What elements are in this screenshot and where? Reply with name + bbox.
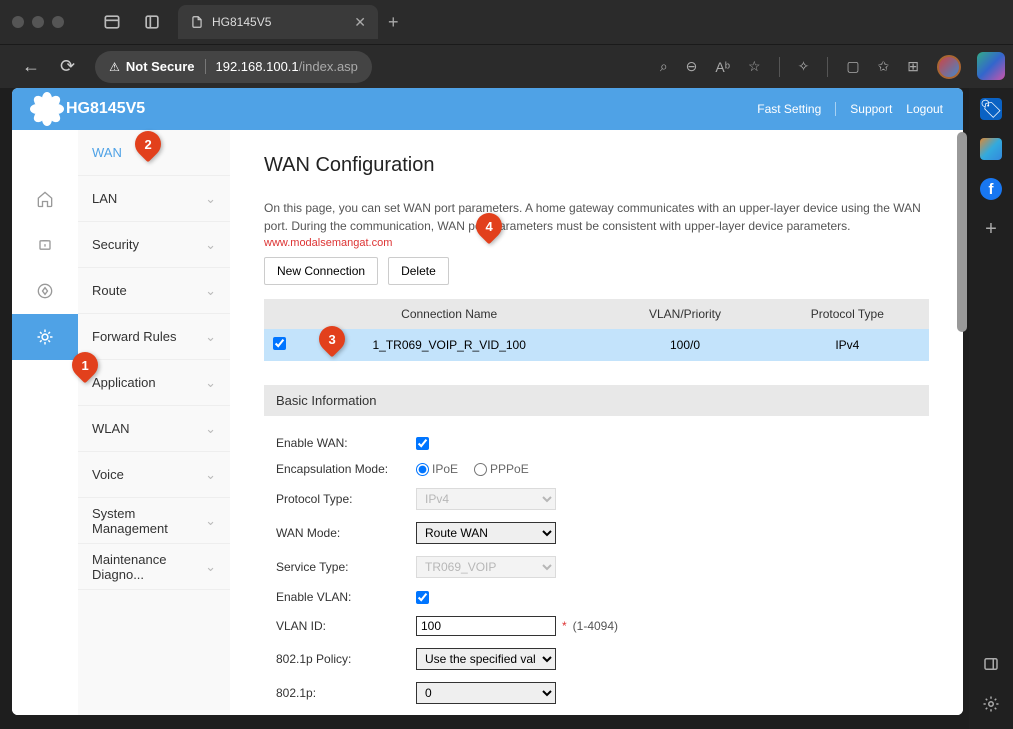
read-aloud-icon[interactable]: Aᵇ [715, 59, 730, 75]
col-vlan-priority: VLAN/Priority [604, 299, 765, 329]
encap-pppoe-radio[interactable] [474, 463, 487, 476]
address-bar[interactable]: ⚠ Not Secure 192.168.100.1/index.asp [95, 51, 372, 83]
col-connection-name: Connection Name [294, 299, 604, 329]
nav-maintenance[interactable]: Maintenance Diagno...⌄ [78, 544, 230, 590]
tab-title: HG8145V5 [212, 15, 271, 29]
scrollbar[interactable] [957, 132, 967, 332]
cell-vlan: 100/0 [604, 329, 765, 361]
encap-ipoe-radio[interactable] [416, 463, 429, 476]
page-description: On this page, you can set WAN port param… [264, 199, 929, 235]
panel-icon[interactable] [142, 12, 162, 32]
key-icon[interactable]: ⌕ [660, 58, 668, 75]
table-row[interactable]: 1_TR069_VOIP_R_VID_100 100/0 IPv4 [264, 329, 929, 361]
window-controls[interactable] [12, 16, 64, 28]
collections-icon[interactable]: ⊞ [907, 58, 919, 75]
support-link[interactable]: Support [850, 102, 892, 116]
forward-rules-icon[interactable] [12, 314, 78, 360]
page-title: WAN Configuration [264, 154, 929, 177]
tab-close-icon[interactable]: ✕ [354, 14, 366, 31]
enable-wan-checkbox[interactable] [416, 437, 429, 450]
label-encapsulation: Encapsulation Mode: [276, 462, 416, 476]
page-content: HG8145V5 Fast Setting Support Logout WAN… [12, 88, 963, 715]
8021p-select[interactable]: 0 [416, 682, 556, 704]
back-button[interactable]: ← [22, 56, 40, 77]
fast-setting-link[interactable]: Fast Setting [757, 102, 821, 116]
nav-wlan[interactable]: WLAN⌄ [78, 406, 230, 452]
browser-tab-strip: HG8145V5 ✕ + [0, 0, 1013, 44]
watermark-text: www.modalsemangat.com [264, 237, 929, 249]
wan-mode-select[interactable]: Route WAN [416, 522, 556, 544]
nav-forward-rules[interactable]: Forward Rules⌄ [78, 314, 230, 360]
split-icon[interactable]: ▢ [846, 58, 859, 75]
router-header: HG8145V5 Fast Setting Support Logout [12, 88, 963, 130]
label-protocol-type: Protocol Type: [276, 492, 416, 506]
service-type-select: TR069_VOIP [416, 556, 556, 578]
copilot-icon[interactable] [977, 52, 1005, 80]
favorite-icon[interactable]: ☆ [748, 58, 761, 75]
cell-protocol: IPv4 [766, 329, 929, 361]
label-enable-vlan: Enable VLAN: [276, 590, 416, 604]
page-icon [190, 15, 204, 29]
delete-button[interactable]: Delete [388, 257, 449, 285]
nav-voice[interactable]: Voice⌄ [78, 452, 230, 498]
row-select-checkbox[interactable] [273, 337, 286, 350]
security-label: Not Secure [126, 59, 206, 74]
wan-connections-table: Connection Name VLAN/Priority Protocol T… [264, 299, 929, 361]
label-service-type: Service Type: [276, 560, 416, 574]
shopping-icon[interactable]: 🏷 [980, 98, 1002, 120]
new-tab-button[interactable]: + [388, 12, 399, 33]
protocol-type-select: IPv4 [416, 488, 556, 510]
nav-system-management[interactable]: System Management⌄ [78, 498, 230, 544]
profile-avatar[interactable] [937, 55, 961, 79]
office-icon[interactable] [980, 138, 1002, 160]
security-icon[interactable] [12, 222, 78, 268]
brand-logo: HG8145V5 [32, 94, 145, 124]
content-pane: WAN Configuration On this page, you can … [230, 130, 963, 715]
warning-icon: ⚠ [109, 60, 120, 74]
new-connection-button[interactable]: New Connection [264, 257, 378, 285]
sidebar-toggle-icon[interactable] [102, 12, 122, 32]
label-8021p: 802.1p: [276, 686, 416, 700]
label-wan-mode: WAN Mode: [276, 526, 416, 540]
nav-security[interactable]: Security⌄ [78, 222, 230, 268]
browser-tab[interactable]: HG8145V5 ✕ [178, 5, 378, 39]
route-icon[interactable] [12, 268, 78, 314]
enable-vlan-checkbox[interactable] [416, 591, 429, 604]
nav-application[interactable]: Application⌄ [78, 360, 230, 406]
zoom-out-icon[interactable]: ⊖ [686, 58, 698, 75]
basic-info-header: Basic Information [264, 385, 929, 416]
label-enable-wan: Enable WAN: [276, 436, 416, 450]
refresh-button[interactable]: ⟳ [60, 56, 75, 77]
logout-link[interactable]: Logout [906, 102, 943, 116]
url-host: 192.168.100.1 [216, 59, 299, 74]
nav-lan[interactable]: LAN⌄ [78, 176, 230, 222]
browser-toolbar: ← ⟳ ⚠ Not Secure 192.168.100.1/index.asp… [0, 44, 1013, 88]
edge-sidebar: 🏷 f + [969, 88, 1013, 729]
brand-text: HG8145V5 [66, 100, 145, 118]
label-vlan-id: VLAN ID: [276, 619, 416, 633]
nav-route[interactable]: Route⌄ [78, 268, 230, 314]
vlan-id-input[interactable] [416, 616, 556, 636]
add-sidebar-icon[interactable]: + [980, 218, 1002, 240]
favorites-bar-icon[interactable]: ✩ [878, 58, 890, 75]
extensions-icon[interactable]: ✧ [798, 58, 810, 75]
label-8021p-policy: 802.1p Policy: [276, 652, 416, 666]
settings-icon[interactable] [980, 693, 1002, 715]
panel-toggle-icon[interactable] [980, 653, 1002, 675]
nav-sidebar: WAN LAN⌄ Security⌄ Route⌄ Forward Rules⌄… [78, 130, 230, 715]
home-icon[interactable] [12, 176, 78, 222]
facebook-icon[interactable]: f [980, 178, 1002, 200]
col-protocol-type: Protocol Type [766, 299, 929, 329]
8021p-policy-select[interactable]: Use the specified value [416, 648, 556, 670]
url-path: /index.asp [299, 59, 358, 74]
toolbar-actions: ⌕ ⊖ Aᵇ ☆ ✧ ▢ ✩ ⊞ ··· [660, 55, 1001, 79]
icon-sidebar [12, 130, 78, 715]
